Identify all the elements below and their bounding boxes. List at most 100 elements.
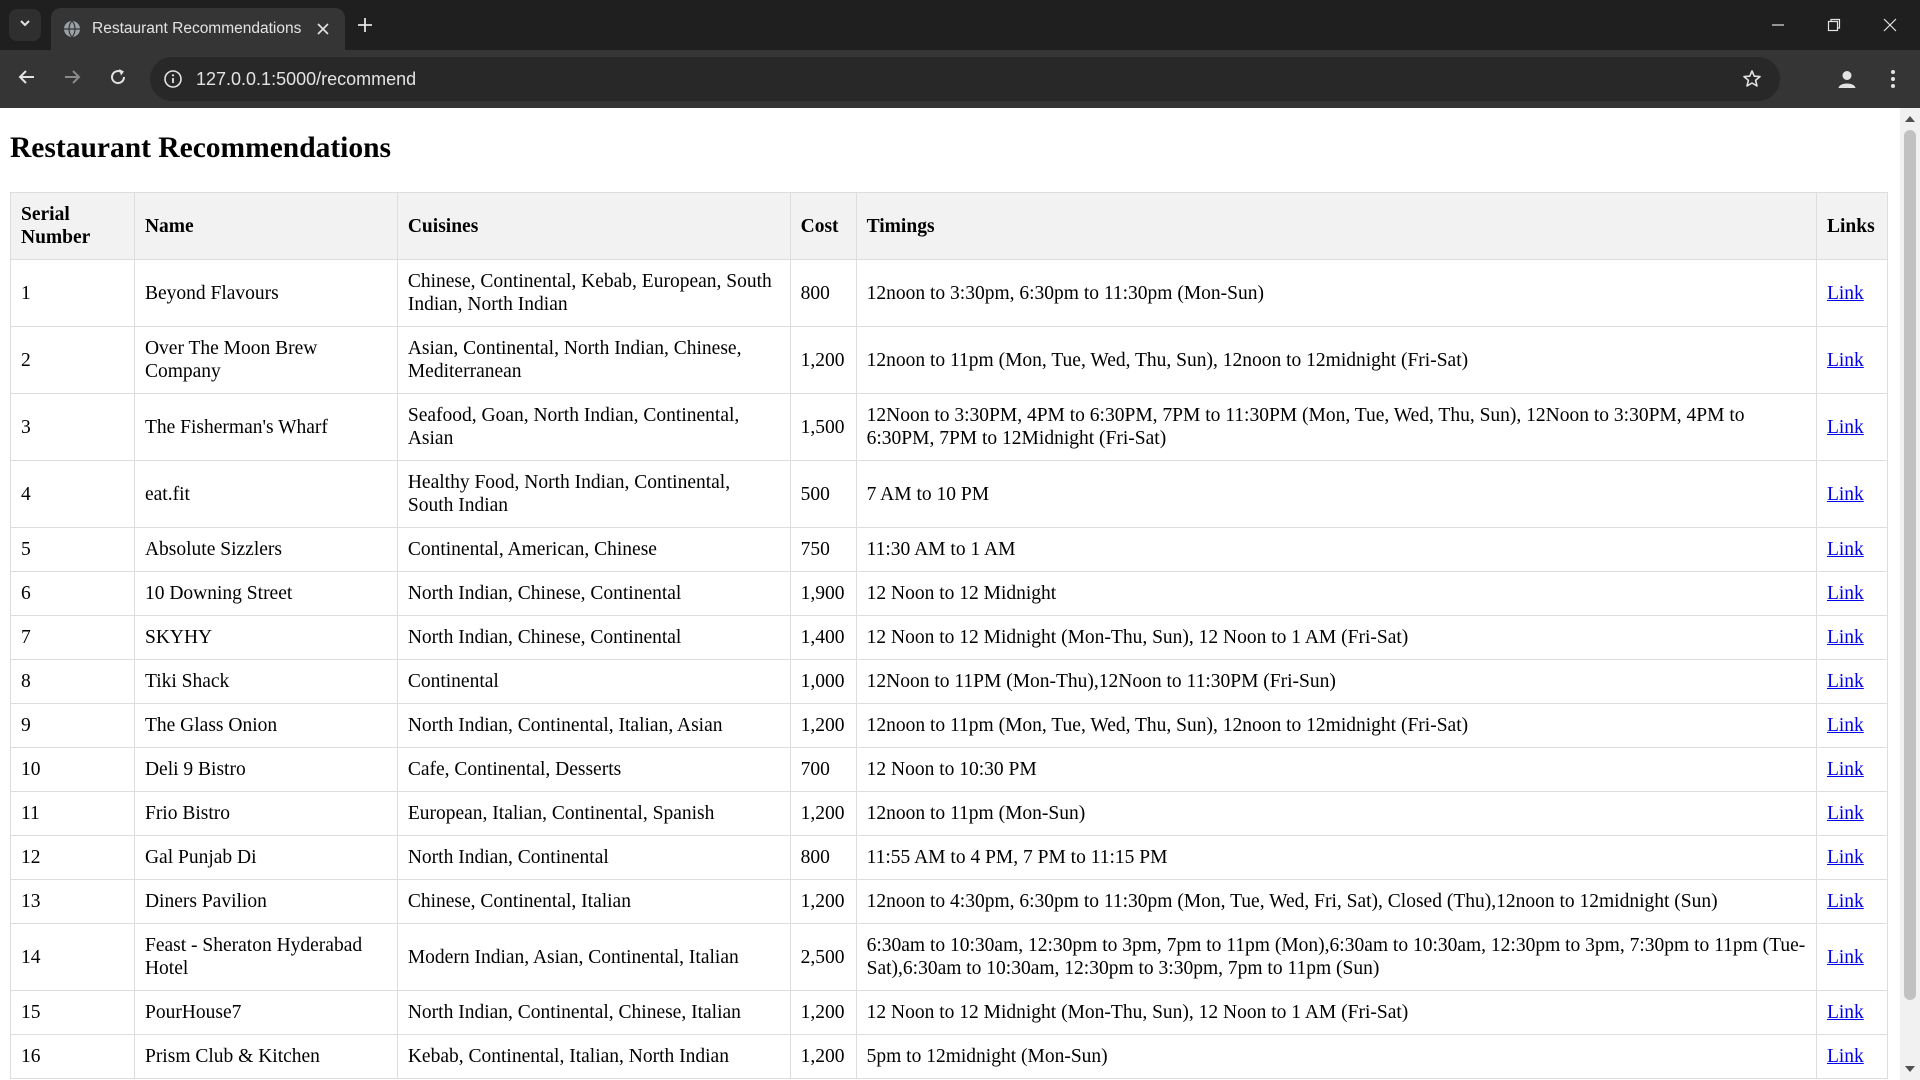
scroll-down-arrow-icon[interactable] xyxy=(1900,1060,1920,1078)
browser-tab[interactable]: Restaurant Recommendations xyxy=(51,8,345,50)
cell-cost: 700 xyxy=(789,747,857,792)
restaurant-link[interactable]: Link xyxy=(1827,759,1864,780)
browser-tabstrip: Restaurant Recommendations xyxy=(0,0,1920,50)
cell-timings: 11:55 AM to 4 PM, 7 PM to 11:15 PM xyxy=(855,835,1817,880)
restaurant-link[interactable]: Link xyxy=(1827,1002,1864,1023)
cell-timings: 12 Noon to 12 Midnight (Mon-Thu, Sun), 1… xyxy=(855,615,1817,660)
cell-timings: 12noon to 11pm (Mon, Tue, Wed, Thu, Sun)… xyxy=(855,703,1817,748)
scrollbar-thumb[interactable] xyxy=(1904,130,1916,1000)
cell-timings: 6:30am to 10:30am, 12:30pm to 3pm, 7pm t… xyxy=(855,923,1817,991)
restaurant-link[interactable]: Link xyxy=(1827,947,1864,968)
cell-name: Tiki Shack xyxy=(133,659,398,704)
cell-serial: 5 xyxy=(10,527,135,572)
cell-serial: 11 xyxy=(10,791,135,836)
cell-cuisines: Healthy Food, North Indian, Continental,… xyxy=(396,460,791,528)
header-links: Links xyxy=(1815,192,1889,260)
restaurant-link[interactable]: Link xyxy=(1827,891,1864,912)
cell-serial: 12 xyxy=(10,835,135,880)
restaurant-link[interactable]: Link xyxy=(1827,350,1864,371)
cell-cost: 1,200 xyxy=(789,326,857,394)
cell-timings: 12noon to 4:30pm, 6:30pm to 11:30pm (Mon… xyxy=(855,879,1817,924)
cell-cost: 500 xyxy=(789,460,857,528)
kebab-menu-icon[interactable] xyxy=(1876,62,1910,96)
restaurant-link[interactable]: Link xyxy=(1827,671,1864,692)
header-cuisines: Cuisines xyxy=(396,192,791,260)
header-name: Name xyxy=(133,192,398,260)
restaurant-link[interactable]: Link xyxy=(1827,803,1864,824)
restaurant-link[interactable]: Link xyxy=(1827,583,1864,604)
cell-cost: 1,200 xyxy=(789,990,857,1035)
arrow-right-icon xyxy=(62,67,82,92)
profile-icon[interactable] xyxy=(1830,62,1864,96)
table-row: 4 eat.fit Healthy Food, North Indian, Cont… xyxy=(10,460,1889,528)
cell-name: eat.fit xyxy=(133,460,398,528)
cell-cuisines: North Indian, Chinese, Continental xyxy=(396,615,791,660)
restaurant-link[interactable]: Link xyxy=(1827,417,1864,438)
table-row: 14 Feast - Sheraton Hyderabad Hotel Modern… xyxy=(10,923,1889,991)
tab-search-button[interactable] xyxy=(9,9,41,41)
cell-cuisines: Chinese, Continental, Kebab, European, S… xyxy=(396,259,791,327)
address-bar[interactable]: 127.0.0.1:5000/recommend xyxy=(150,57,1780,101)
restaurant-link[interactable]: Link xyxy=(1827,1046,1864,1067)
restore-button[interactable] xyxy=(1806,0,1862,50)
plus-icon[interactable] xyxy=(353,13,377,37)
back-button[interactable] xyxy=(10,62,44,96)
tab-title: Restaurant Recommendations xyxy=(92,20,302,37)
window-close-button[interactable] xyxy=(1862,0,1918,50)
cell-cuisines: Continental xyxy=(396,659,791,704)
page-scrollbar[interactable] xyxy=(1900,108,1920,1080)
cell-serial: 8 xyxy=(10,659,135,704)
minimize-button[interactable] xyxy=(1750,0,1806,50)
cell-name: The Glass Onion xyxy=(133,703,398,748)
cell-name: Gal Punjab Di xyxy=(133,835,398,880)
table-row: 15 PourHouse7 North Indian, Continental, C… xyxy=(10,990,1889,1035)
cell-link: Link xyxy=(1815,527,1889,572)
header-serial-number: Serial Number xyxy=(10,192,135,260)
cell-name: The Fisherman's Wharf xyxy=(133,393,398,461)
info-icon[interactable] xyxy=(162,68,184,90)
restaurant-link[interactable]: Link xyxy=(1827,484,1864,505)
cell-timings: 12 Noon to 12 Midnight xyxy=(855,571,1817,616)
header-timings: Timings xyxy=(855,192,1817,260)
scroll-up-arrow-icon[interactable] xyxy=(1900,110,1920,128)
cell-link: Link xyxy=(1815,791,1889,836)
cell-name: Over The Moon Brew Company xyxy=(133,326,398,394)
cell-timings: 7 AM to 10 PM xyxy=(855,460,1817,528)
restaurant-link[interactable]: Link xyxy=(1827,539,1864,560)
recommendations-table: Serial Number Name Cuisines Cost Timings… xyxy=(10,192,1889,1079)
cell-cuisines: North Indian, Continental, Italian, Asia… xyxy=(396,703,791,748)
table-row: 5 Absolute Sizzlers Continental, American,… xyxy=(10,527,1889,572)
cell-cuisines: Cafe, Continental, Desserts xyxy=(396,747,791,792)
cell-serial: 2 xyxy=(10,326,135,394)
cell-name: Frio Bistro xyxy=(133,791,398,836)
cell-timings: 12noon to 11pm (Mon, Tue, Wed, Thu, Sun)… xyxy=(855,326,1817,394)
cell-serial: 15 xyxy=(10,990,135,1035)
close-icon[interactable] xyxy=(311,17,335,41)
restaurant-link[interactable]: Link xyxy=(1827,283,1864,304)
restaurant-link[interactable]: Link xyxy=(1827,627,1864,648)
cell-cuisines: Modern Indian, Asian, Continental, Itali… xyxy=(396,923,791,991)
globe-icon xyxy=(63,20,81,38)
cell-timings: 11:30 AM to 1 AM xyxy=(855,527,1817,572)
url-text[interactable]: 127.0.0.1:5000/recommend xyxy=(196,69,1738,90)
restaurant-link[interactable]: Link xyxy=(1827,715,1864,736)
cell-timings: 12 Noon to 10:30 PM xyxy=(855,747,1817,792)
cell-cuisines: North Indian, Continental, Chinese, Ital… xyxy=(396,990,791,1035)
cell-timings: 12noon to 3:30pm, 6:30pm to 11:30pm (Mon… xyxy=(855,259,1817,327)
forward-button[interactable] xyxy=(55,62,89,96)
cell-cost: 1,000 xyxy=(789,659,857,704)
browser-toolbar: 127.0.0.1:5000/recommend xyxy=(0,50,1920,108)
reload-button[interactable] xyxy=(101,62,135,96)
table-row: 16 Prism Club & Kitchen Kebab, Continental… xyxy=(10,1034,1889,1079)
cell-name: Prism Club & Kitchen xyxy=(133,1034,398,1079)
cell-serial: 13 xyxy=(10,879,135,924)
reload-icon xyxy=(108,67,128,92)
cell-serial: 4 xyxy=(10,460,135,528)
star-icon[interactable] xyxy=(1738,65,1766,93)
cell-name: PourHouse7 xyxy=(133,990,398,1035)
cell-cost: 1,200 xyxy=(789,879,857,924)
cell-link: Link xyxy=(1815,615,1889,660)
restaurant-link[interactable]: Link xyxy=(1827,847,1864,868)
cell-name: Absolute Sizzlers xyxy=(133,527,398,572)
cell-cuisines: North Indian, Chinese, Continental xyxy=(396,571,791,616)
